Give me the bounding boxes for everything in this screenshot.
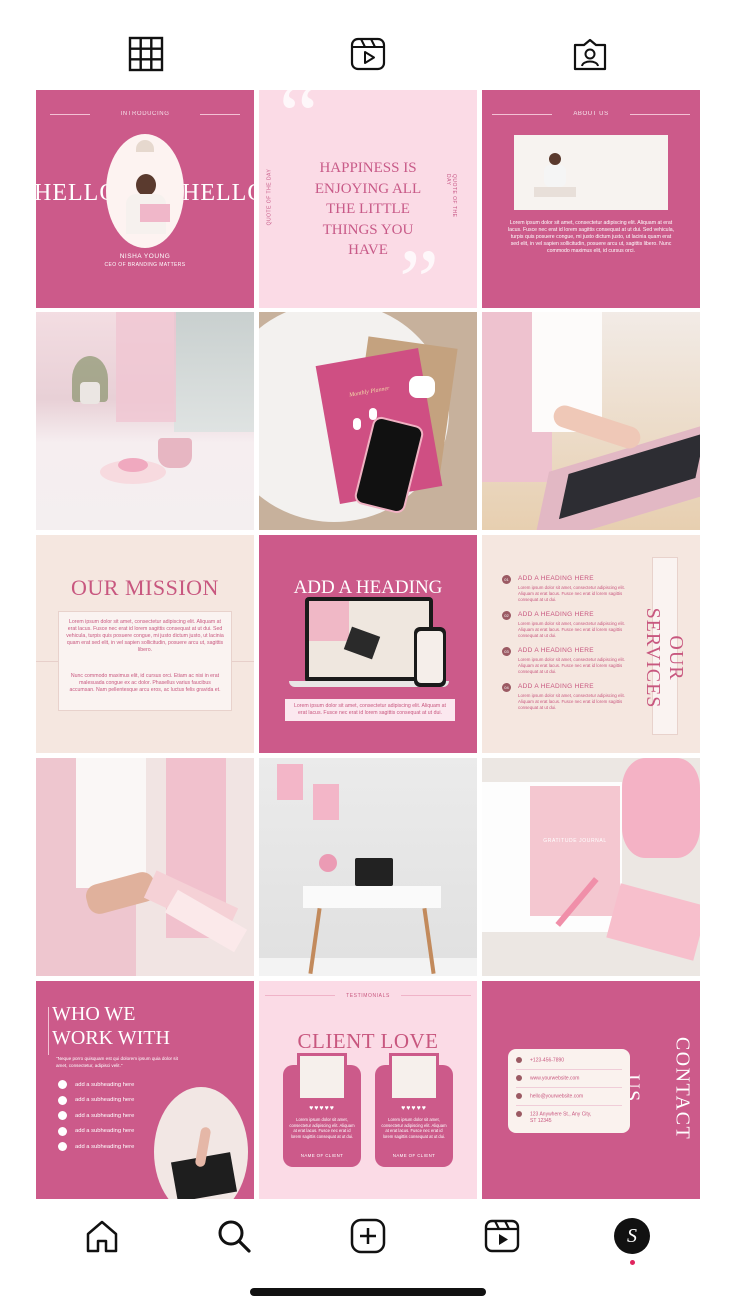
reels-tab[interactable] — [348, 34, 388, 74]
post-services[interactable]: OUR SERVICES 01 ADD A HEADING HERE Lorem… — [482, 535, 700, 753]
reels-icon — [484, 1219, 520, 1253]
profile-photo — [106, 134, 184, 248]
grid-icon — [128, 36, 164, 72]
testimonials-label: TESTIMONIALS — [346, 993, 390, 999]
service-item: 03 ADD A HEADING HERE Lorem ipsum dolor … — [502, 645, 642, 681]
services-list: 01 ADD A HEADING HERE Lorem ipsum dolor … — [502, 573, 642, 717]
heading-body: Lorem ipsum dolor sit amet, consectetur … — [294, 703, 446, 716]
post-quote[interactable]: “ ” HAPPINESS IS ENJOYING ALL THE LITTLE… — [259, 90, 477, 308]
testimonial-card: ♥♥♥♥♥ Lorem ipsum dolor sit amet, consec… — [283, 1053, 361, 1167]
who-quote: "Neque porro quisquam est qui dolorem ip… — [56, 1056, 178, 1068]
post-laptop[interactable] — [482, 312, 700, 530]
grid-tab[interactable] — [126, 34, 166, 74]
service-item: 01 ADD A HEADING HERE Lorem ipsum dolor … — [502, 573, 642, 609]
reels-icon — [350, 37, 386, 71]
services-title: OUR SERVICES — [642, 607, 687, 709]
person-name: NISHA YOUNG — [119, 253, 171, 260]
mission-body-1: Lorem ipsum dolor sit amet, consectetur … — [66, 619, 224, 653]
contact-title-1: CONTACT — [671, 1036, 694, 1141]
post-white-desk[interactable] — [259, 758, 477, 976]
journal-cover: GRATITUDE JOURNAL — [530, 786, 620, 916]
avatar: S — [614, 1218, 650, 1254]
quote-side-left: QUOTE OF THE DAY — [266, 168, 273, 226]
home-icon — [86, 1220, 118, 1253]
search-button[interactable] — [214, 1216, 254, 1256]
service-item: 02 ADD A HEADING HERE Lorem ipsum dolor … — [502, 609, 642, 645]
profile-button[interactable]: S — [612, 1216, 652, 1256]
post-swatches[interactable] — [36, 758, 254, 976]
service-item: 04 ADD A HEADING HERE Lorem ipsum dolor … — [502, 681, 642, 717]
post-heading[interactable]: ADD A HEADING Lorem ipsum dolor sit amet… — [259, 535, 477, 753]
tagged-icon — [573, 38, 607, 71]
hello-right: HELLO — [182, 180, 254, 206]
profile-tabs — [0, 0, 736, 88]
post-client-love[interactable]: TESTIMONIALS CLIENT LOVE ♥♥♥♥♥ Lorem ips… — [259, 981, 477, 1199]
post-mission[interactable]: OUR MISSION Lorem ipsum dolor sit amet, … — [36, 535, 254, 753]
home-button[interactable] — [82, 1216, 122, 1256]
post-contact[interactable]: CONTACT US +123-456-7890 www.yourwebsite… — [482, 981, 700, 1199]
mission-title: OUR MISSION — [71, 575, 219, 600]
tagged-tab[interactable] — [570, 34, 610, 74]
who-photo — [154, 1087, 248, 1199]
create-button[interactable] — [348, 1216, 388, 1256]
search-icon — [218, 1220, 251, 1253]
client-love-title: CLIENT LOVE — [297, 1029, 439, 1053]
home-indicator — [250, 1288, 486, 1296]
reels-button[interactable] — [482, 1216, 522, 1256]
post-journal[interactable]: GRATITUDE JOURNAL — [482, 758, 700, 976]
contact-card: +123-456-7890 www.yourwebsite.com hello@… — [508, 1049, 630, 1133]
who-list: add a subheading here add a subheading h… — [58, 1077, 134, 1155]
create-icon — [350, 1218, 386, 1254]
heading-title: ADD A HEADING — [293, 577, 443, 598]
mission-body-2: Nunc commodo maximus elit, id cursus orc… — [69, 673, 221, 693]
post-who-we-work[interactable]: WHO WE WORK WITH "Neque porro quisquam e… — [36, 981, 254, 1199]
bottom-nav: S — [0, 1200, 736, 1308]
post-planner[interactable]: Monthly Planner — [259, 312, 477, 530]
post-pink-desk[interactable] — [36, 312, 254, 530]
profile-indicator-dot — [630, 1260, 635, 1265]
post-about[interactable]: ABOUT US Lorem ipsum dolor sit amet, con… — [482, 90, 700, 308]
who-title-2: WORK WITH — [52, 1027, 170, 1049]
quote-side-right: QUOTE OF THE DAY — [445, 174, 457, 218]
testimonial-card: ♥♥♥♥♥ Lorem ipsum dolor sit amet, consec… — [375, 1053, 453, 1167]
quote-text: HAPPINESS IS ENJOYING ALL THE LITTLE THI… — [314, 160, 422, 258]
post-hello[interactable]: INTRODUCING HELLO HELLO NISHA YOUNG CEO … — [36, 90, 254, 308]
person-role: CEO OF BRANDING MATTERS — [104, 262, 186, 268]
about-photo — [514, 135, 668, 210]
about-body: Lorem ipsum dolor sit amet, consectetur … — [507, 220, 675, 254]
who-title-1: WHO WE — [52, 1003, 136, 1025]
